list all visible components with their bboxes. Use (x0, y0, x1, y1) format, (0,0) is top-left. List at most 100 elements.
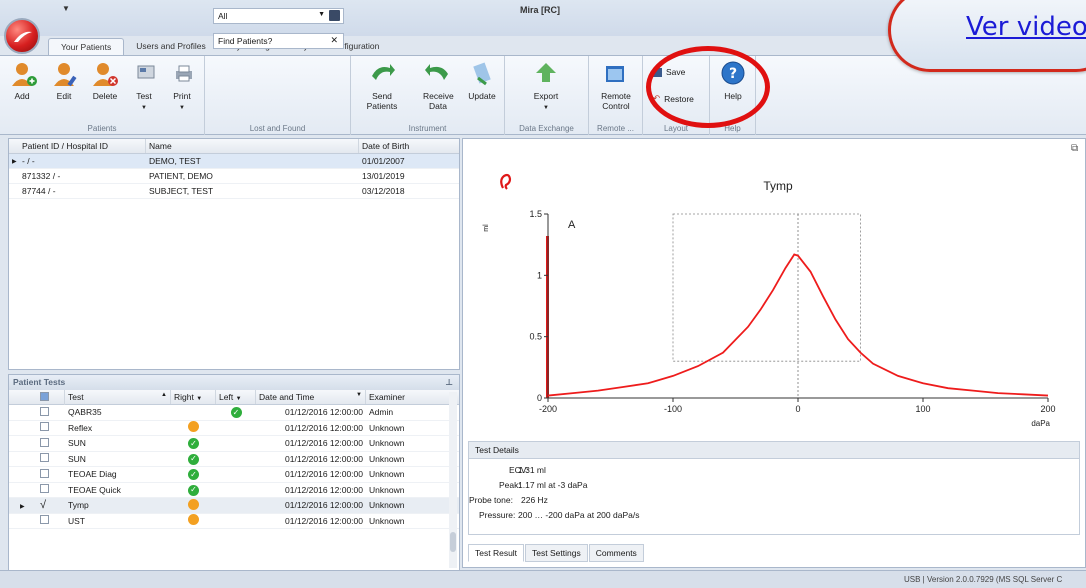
incomplete-icon (188, 498, 199, 510)
test-checkbox[interactable] (40, 437, 49, 447)
patient-row[interactable]: ▶ - / - DEMO, TEST 01/01/2007 (9, 154, 459, 169)
receive-arrow-icon (424, 60, 452, 88)
chart-title: Tymp (763, 179, 793, 193)
column-test[interactable]: Test ▲ (65, 390, 171, 404)
window-title: Mira [RC] (520, 5, 560, 15)
chart-x-unit-label: daPa (1031, 419, 1050, 428)
x-tick-label: 100 (915, 404, 930, 414)
test-device-icon (132, 60, 160, 88)
test-checkbox[interactable] (40, 484, 49, 494)
y-tick-label: 0 (537, 393, 542, 403)
lost-and-found-group: Lost and Found (205, 56, 351, 135)
patient-tests-header: Test ▲ Right ▼ Left ▼ Date and Time ▼ Ex… (9, 389, 459, 405)
test-checkbox[interactable] (40, 453, 49, 463)
receive-data-button[interactable]: Receive Data (423, 60, 454, 111)
tab-comments[interactable]: Comments (588, 544, 644, 562)
patients-grid-header: Patient ID / Hospital ID Name Date of Bi… (9, 139, 459, 154)
column-dob[interactable]: Date of Birth (359, 139, 459, 153)
tab-users-and-profiles[interactable]: Users and Profiles (124, 38, 217, 56)
pass-icon: ✓ (188, 484, 199, 496)
delete-button[interactable]: Delete (90, 60, 120, 101)
column-name[interactable]: Name (146, 139, 359, 153)
ear-label: A (568, 219, 576, 231)
data-exchange-label: Data Exchange (519, 124, 574, 133)
patient-tests-body: QABR35 ✓ 01/12/2016 12:00:00 Admin Reflex 01/… (9, 405, 459, 529)
tab-test-settings[interactable]: Test Settings (525, 544, 588, 562)
incomplete-icon (188, 421, 199, 433)
lost-and-found-label: Lost and Found (249, 124, 306, 133)
remote-window-icon (602, 60, 630, 88)
x-tick-label: -100 (664, 404, 682, 414)
clear-search-icon[interactable]: ✕ (330, 35, 338, 46)
application-menu-button[interactable] (4, 18, 40, 54)
detail-row: Pressure: 200 … -200 daPa at 200 daPa/s (469, 510, 1079, 525)
test-checkbox[interactable] (40, 422, 49, 432)
test-row[interactable]: TEOAE Diag ✓ 01/12/2016 12:00:00 Unknown (9, 467, 459, 483)
pass-icon: ✓ (188, 453, 199, 465)
y-tick-label: 1 (537, 270, 542, 280)
select-all-checkbox[interactable] (37, 389, 65, 405)
chart-y-unit-label: ml (483, 224, 490, 232)
test-row[interactable]: TEOAE Quick ✓ 01/12/2016 12:00:00 Unknown (9, 483, 459, 498)
test-checkbox[interactable]: √ (40, 500, 49, 511)
quick-access-dropdown-icon[interactable]: ▼ (62, 4, 70, 13)
send-patients-button[interactable]: Send Patients (357, 60, 407, 111)
test-row[interactable]: QABR35 ✓ 01/12/2016 12:00:00 Admin (9, 405, 459, 421)
column-date-and-time[interactable]: Date and Time ▼ (256, 390, 366, 404)
patient-row[interactable]: 871332 / - PATIENT, DEMO 13/01/2019 (9, 169, 459, 184)
column-examiner[interactable]: Examiner (366, 390, 446, 404)
highlight-circle (646, 46, 770, 128)
detail-row: Probe tone: 226 Hz (469, 495, 1079, 510)
print-button[interactable]: Print ▼ (170, 60, 194, 111)
test-checkbox[interactable] (40, 406, 49, 416)
result-tabs: Test Result Test Settings Comments (468, 544, 645, 562)
tab-test-result[interactable]: Test Result (468, 544, 525, 562)
remote-control-button[interactable]: Remote Control (595, 60, 637, 111)
tests-scrollbar[interactable] (449, 392, 457, 568)
x-tick-label: 200 (1040, 404, 1055, 414)
row-indicator-icon: ▶ (20, 504, 25, 511)
edit-button[interactable]: Edit (52, 60, 77, 101)
update-button[interactable]: Update (467, 60, 497, 101)
column-left[interactable]: Left ▼ (216, 390, 256, 404)
test-row[interactable]: SUN ✓ 01/12/2016 12:00:00 Unknown (9, 452, 459, 467)
patient-tests-panel: Patient Tests ⊥ Test ▲ Right ▼ Left ▼ Da… (8, 374, 460, 574)
instrument-group: Send Patients Receive Data Update Instru… (351, 56, 505, 135)
patient-filter-combo[interactable]: All ▼ (213, 8, 344, 24)
tymp-chart: Tymp ml A daPa 0 0.5 1 1.5 -200 -100 0 100 200 (483, 173, 1056, 428)
column-right[interactable]: Right ▼ (171, 390, 216, 404)
pass-icon: ✓ (188, 438, 199, 449)
y-tick-label: 1.5 (529, 209, 542, 219)
test-row[interactable]: UST 01/12/2016 12:00:00 Unknown (9, 514, 459, 529)
find-patients-input[interactable]: Find Patients? ✕ (213, 33, 344, 49)
test-row[interactable]: Reflex 01/12/2016 12:00:00 Unknown (9, 421, 459, 436)
data-exchange-group: Export ▼ Data Exchange (505, 56, 589, 135)
video-link[interactable]: Ver video (966, 12, 1086, 42)
send-arrow-icon (368, 60, 396, 88)
pin-icon[interactable]: ⊥ (445, 377, 453, 388)
x-tick-label: 0 (795, 404, 800, 414)
save-filter-icon[interactable] (329, 10, 340, 21)
popout-icon[interactable]: ⧉ (1071, 143, 1078, 154)
compliance-box (672, 213, 861, 362)
tab-your-patients[interactable]: Your Patients (48, 38, 125, 56)
add-button[interactable]: Add (10, 60, 37, 101)
test-checkbox[interactable] (40, 468, 49, 478)
test-button[interactable]: Test ▼ (132, 60, 156, 111)
test-checkbox[interactable] (40, 515, 49, 525)
delete-user-icon (91, 60, 119, 88)
test-row[interactable]: SUN ✓ 01/12/2016 12:00:00 Unknown (9, 436, 459, 452)
pass-icon: ✓ (188, 469, 199, 480)
patient-row[interactable]: 87744 / - SUBJECT, TEST 03/12/2018 (9, 184, 459, 199)
column-patient-id[interactable]: Patient ID / Hospital ID (9, 139, 146, 153)
y-tick-label: 0.5 (529, 332, 542, 342)
export-button[interactable]: Export ▼ (531, 60, 561, 111)
app-logo-icon (14, 31, 32, 42)
detail-value: 1.17 ml at -3 daPa (518, 480, 588, 490)
export-icon (532, 60, 560, 88)
detail-row: ECV: 1.31 ml (469, 465, 1079, 480)
test-details-panel: Test Details ECV: 1.31 ml Peak: 1.17 ml at … (468, 441, 1080, 535)
remote-group: Remote Control Remote ... (589, 56, 643, 135)
printer-icon (170, 60, 198, 88)
test-row[interactable]: ▶ √ Tymp 01/12/2016 12:00:00 Unknown (9, 498, 459, 514)
